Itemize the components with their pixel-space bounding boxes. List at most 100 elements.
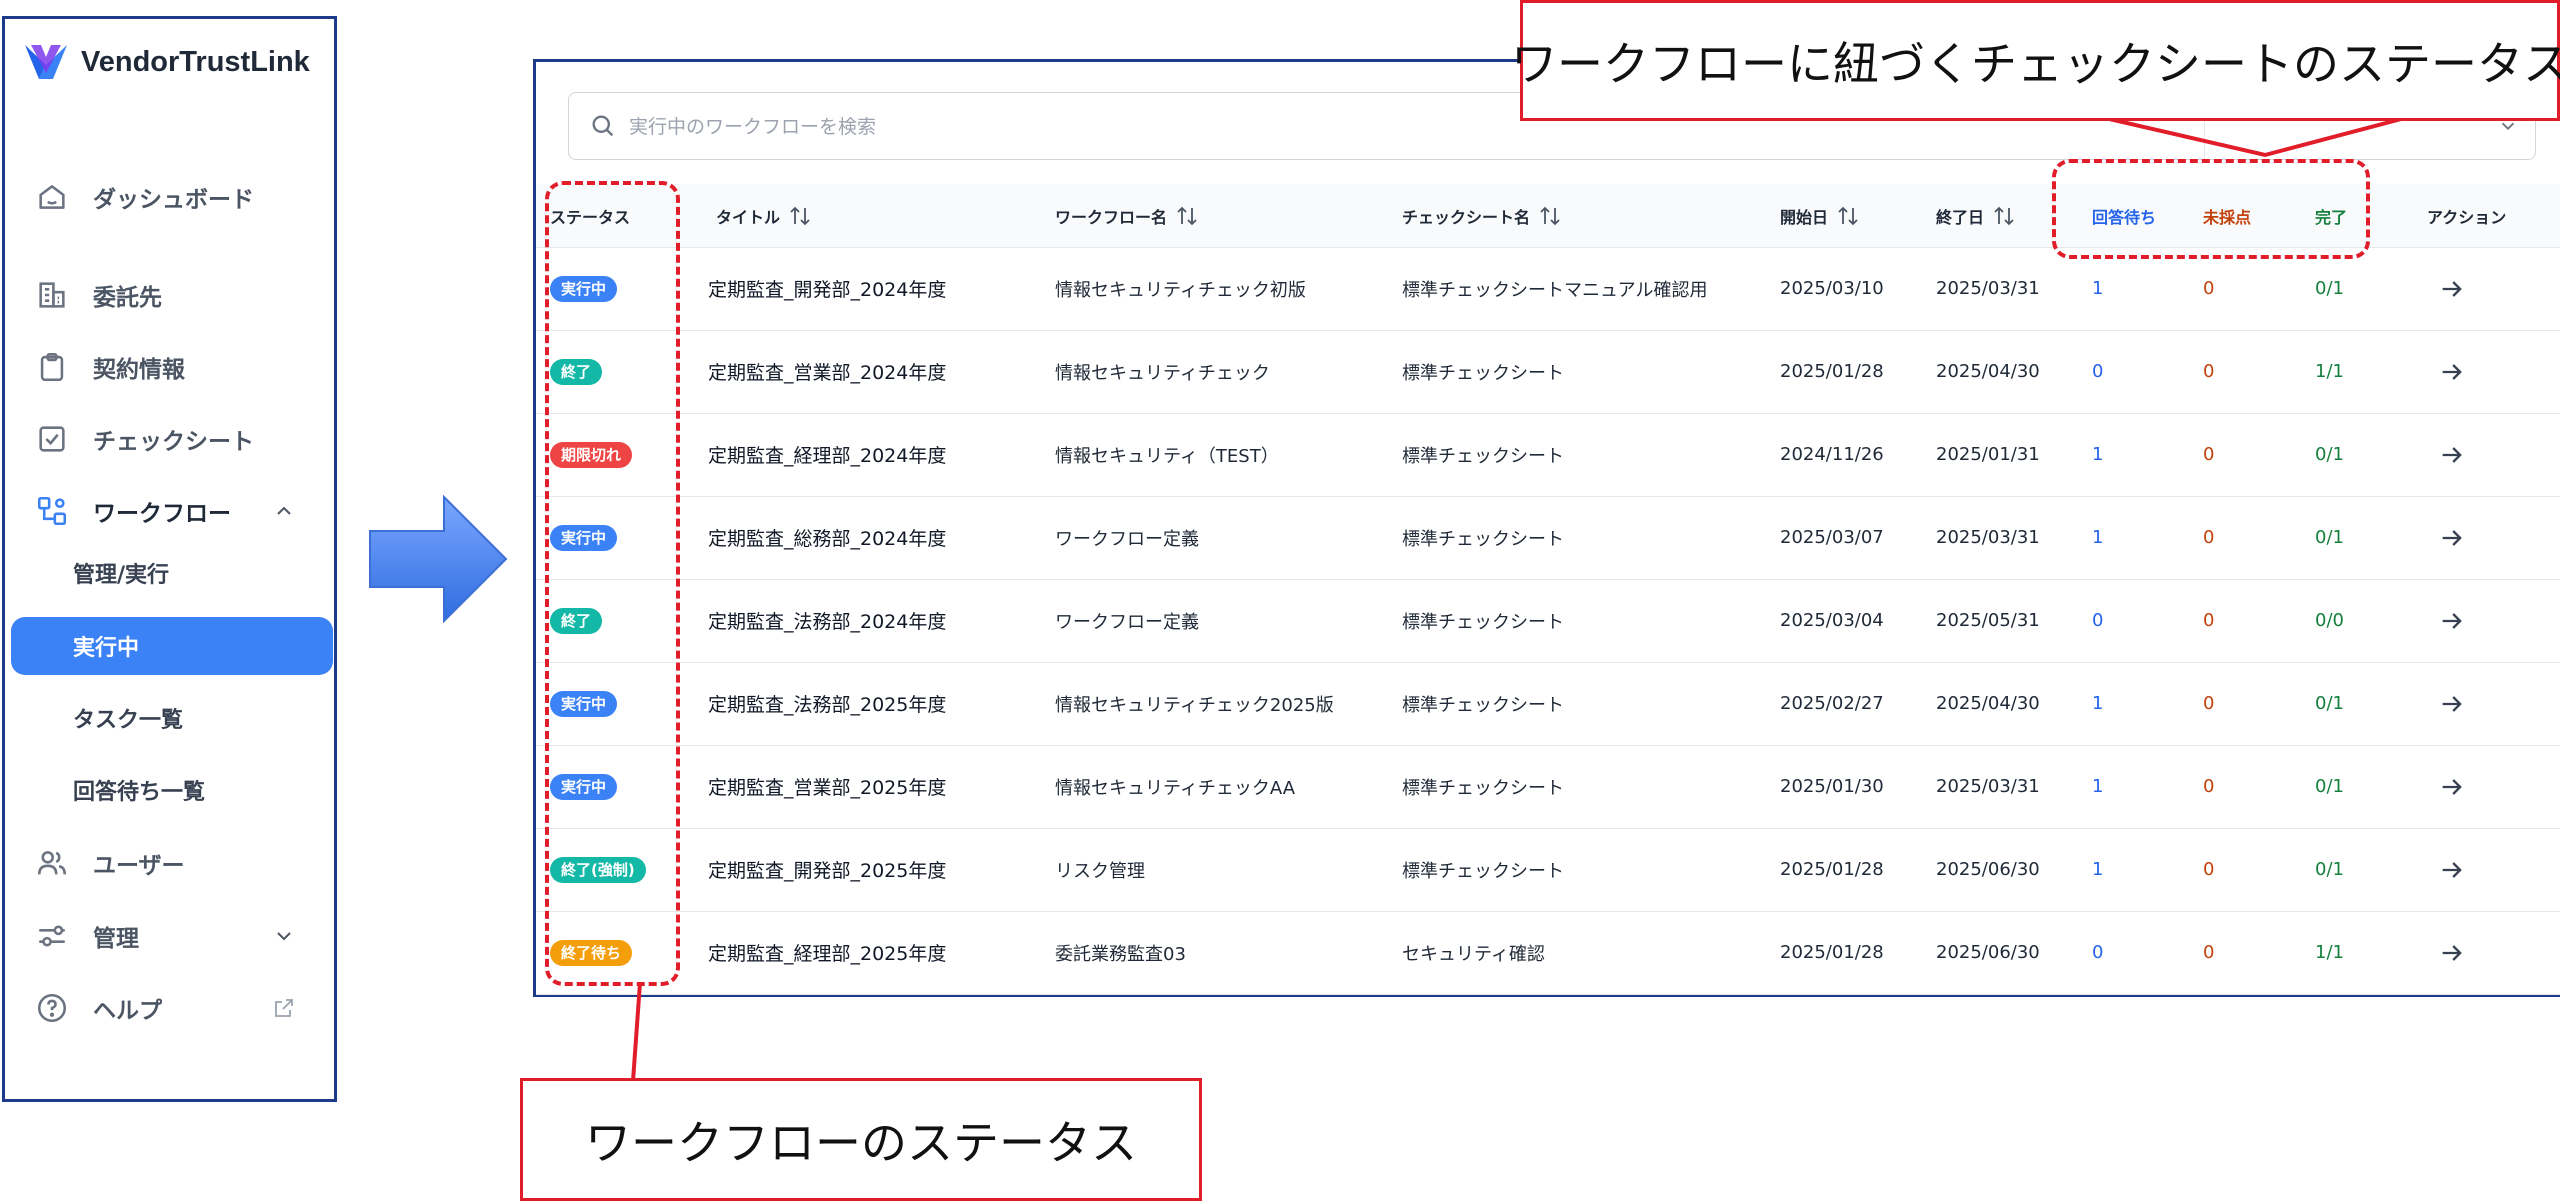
header-workflow[interactable]: ワークフロー名 bbox=[1055, 184, 1199, 247]
header-checksheet[interactable]: チェックシート名 bbox=[1402, 184, 1562, 247]
sidebar-subitem-label: 実行中 bbox=[73, 636, 140, 661]
sidebar-item-vendors[interactable]: 委託先 bbox=[5, 265, 334, 325]
chevron-up-icon[interactable] bbox=[272, 499, 296, 523]
clipboard-icon bbox=[35, 350, 69, 384]
sidebar-subitem-manage[interactable]: 管理/実行 bbox=[5, 544, 334, 602]
arrow-right-icon[interactable] bbox=[2438, 607, 2466, 635]
table-row[interactable]: 終了待ち 定期監査_経理部_2025年度 委託業務監査03 セキュリティ確認 2025/… bbox=[536, 911, 2560, 995]
arrow-right-icon[interactable] bbox=[2438, 358, 2466, 386]
title-cell: 定期監査_法務部_2024年度 bbox=[708, 611, 947, 633]
workflow-cell: ワークフロー定義 bbox=[1055, 528, 1199, 550]
sidebar-subitem-awaiting[interactable]: 回答待ち一覧 bbox=[5, 761, 334, 819]
unscored-cell: 0 bbox=[2203, 859, 2215, 880]
action-cell bbox=[2438, 247, 2466, 330]
action-cell bbox=[2438, 413, 2466, 496]
arrow-right-icon[interactable] bbox=[2438, 939, 2466, 967]
header-end[interactable]: 終了日 bbox=[1936, 184, 2016, 247]
workflow-cell: 情報セキュリティチェック bbox=[1055, 362, 1270, 384]
waiting-cell: 0 bbox=[2092, 942, 2104, 963]
table-row[interactable]: 実行中 定期監査_総務部_2024年度 ワークフロー定義 標準チェックシート 2025/… bbox=[536, 496, 2560, 580]
sort-icon[interactable] bbox=[1538, 205, 1562, 227]
status-cell: 終了 bbox=[550, 579, 603, 662]
sort-icon[interactable] bbox=[788, 205, 812, 227]
sort-icon[interactable] bbox=[1836, 205, 1860, 227]
arrow-right-icon[interactable] bbox=[2438, 524, 2466, 552]
status-cell: 実行中 bbox=[550, 247, 618, 330]
end-cell: 2025/06/30 bbox=[1936, 859, 2040, 880]
app-name: VendorTrustLink bbox=[81, 45, 310, 78]
sidebar-subitem-running[interactable]: 実行中 bbox=[11, 617, 333, 675]
sidebar-item-contracts[interactable]: 契約情報 bbox=[5, 337, 334, 397]
unscored-cell: 0 bbox=[2203, 361, 2215, 382]
header-status: ステータス bbox=[550, 207, 631, 227]
action-cell bbox=[2438, 911, 2466, 994]
checksheet-cell: 標準チェックシート bbox=[1402, 860, 1564, 882]
status-cell: 実行中 bbox=[550, 662, 618, 745]
sidebar-item-label: 管理 bbox=[93, 926, 139, 952]
done-cell: 0/1 bbox=[2315, 693, 2344, 714]
title-cell: 定期監査_経理部_2025年度 bbox=[708, 943, 947, 965]
unscored-cell: 0 bbox=[2203, 444, 2215, 465]
table-row[interactable]: 終了 定期監査_法務部_2024年度 ワークフロー定義 標準チェックシート 2025/0… bbox=[536, 579, 2560, 663]
waiting-cell: 1 bbox=[2092, 278, 2104, 299]
end-cell: 2025/05/31 bbox=[1936, 610, 2040, 631]
status-cell: 終了 bbox=[550, 330, 603, 413]
table-row[interactable]: 終了 定期監査_営業部_2024年度 情報セキュリティチェック 標準チェックシート 20… bbox=[536, 330, 2560, 414]
annotation-workflow-status: ワークフローのステータス bbox=[520, 1078, 1202, 1201]
sidebar-item-help[interactable]: ヘルプ bbox=[5, 978, 334, 1038]
status-badge: 終了待ち bbox=[550, 939, 633, 966]
sort-icon[interactable] bbox=[1175, 205, 1199, 227]
done-cell: 1/1 bbox=[2315, 361, 2344, 382]
status-badge: 実行中 bbox=[550, 690, 618, 717]
checksheet-cell: 標準チェックシート bbox=[1402, 362, 1564, 384]
title-cell: 定期監査_経理部_2024年度 bbox=[708, 445, 947, 467]
header-start[interactable]: 開始日 bbox=[1780, 184, 1860, 247]
sidebar-item-workflow[interactable]: ワークフロー bbox=[5, 481, 334, 541]
status-badge: 期限切れ bbox=[550, 441, 633, 468]
checksheet-cell: 標準チェックシート bbox=[1402, 528, 1564, 550]
checksheet-cell: 標準チェックシート bbox=[1402, 445, 1564, 467]
sidebar-item-admin[interactable]: 管理 bbox=[5, 906, 334, 966]
status-cell: 実行中 bbox=[550, 745, 618, 828]
status-badge: 終了 bbox=[550, 607, 603, 634]
end-cell: 2025/03/31 bbox=[1936, 527, 2040, 548]
sort-icon[interactable] bbox=[1992, 205, 2016, 227]
checksheet-cell: 標準チェックシート bbox=[1402, 777, 1564, 799]
done-cell: 0/0 bbox=[2315, 610, 2344, 631]
header-title[interactable]: タイトル bbox=[716, 184, 812, 247]
sidebar-item-users[interactable]: ユーザー bbox=[5, 833, 334, 893]
external-link-icon[interactable] bbox=[272, 996, 296, 1020]
workflow-cell: 情報セキュリティチェック初版 bbox=[1055, 279, 1306, 301]
waiting-cell: 1 bbox=[2092, 859, 2104, 880]
chevron-down-icon[interactable] bbox=[272, 924, 296, 948]
waiting-cell: 1 bbox=[2092, 693, 2104, 714]
table-row[interactable]: 実行中 定期監査_法務部_2025年度 情報セキュリティチェック2025版 標準チェッ… bbox=[536, 662, 2560, 746]
arrow-right-icon[interactable] bbox=[2438, 773, 2466, 801]
arrow-right-icon[interactable] bbox=[2438, 275, 2466, 303]
app-logo[interactable]: VendorTrustLink bbox=[21, 37, 310, 87]
checksheet-cell: 標準チェックシート bbox=[1402, 694, 1564, 716]
table-row[interactable]: 期限切れ 定期監査_経理部_2024年度 情報セキュリティ（TEST） 標準チェックシ… bbox=[536, 413, 2560, 497]
end-cell: 2025/03/31 bbox=[1936, 278, 2040, 299]
vendortrustlink-logo-icon bbox=[25, 45, 67, 79]
table-row[interactable]: 終了(強制) 定期監査_開発部_2025年度 リスク管理 標準チェックシート 2025/… bbox=[536, 828, 2560, 912]
arrow-right-icon[interactable] bbox=[2438, 856, 2466, 884]
table-row[interactable]: 実行中 定期監査_開発部_2024年度 情報セキュリティチェック初版 標準チェックシー… bbox=[536, 247, 2560, 331]
sidebar-item-label: ヘルプ bbox=[93, 998, 162, 1024]
arrow-right-icon[interactable] bbox=[2438, 690, 2466, 718]
sidebar-item-dashboard[interactable]: ダッシュボード bbox=[5, 167, 334, 227]
status-cell: 実行中 bbox=[550, 496, 618, 579]
header-done: 完了 bbox=[2315, 207, 2348, 227]
checksheet-cell: セキュリティ確認 bbox=[1402, 943, 1545, 965]
sidebar-subitem-tasks[interactable]: タスク一覧 bbox=[5, 689, 334, 747]
sidebar-item-label: ワークフロー bbox=[93, 501, 231, 527]
arrow-right-icon[interactable] bbox=[2438, 441, 2466, 469]
start-cell: 2025/02/27 bbox=[1780, 693, 1884, 714]
sidebar-item-checksheets[interactable]: チェックシート bbox=[5, 409, 334, 469]
unscored-cell: 0 bbox=[2203, 527, 2215, 548]
unscored-cell: 0 bbox=[2203, 610, 2215, 631]
table-row[interactable]: 実行中 定期監査_営業部_2025年度 情報セキュリティチェックAA 標準チェックシー… bbox=[536, 745, 2560, 829]
workflow-cell: リスク管理 bbox=[1055, 860, 1145, 882]
sidebar: VendorTrustLink ダッシュボード 委託先 契約情報 チェックシート… bbox=[2, 16, 337, 1102]
workflow-cell: 情報セキュリティ（TEST） bbox=[1055, 445, 1279, 467]
